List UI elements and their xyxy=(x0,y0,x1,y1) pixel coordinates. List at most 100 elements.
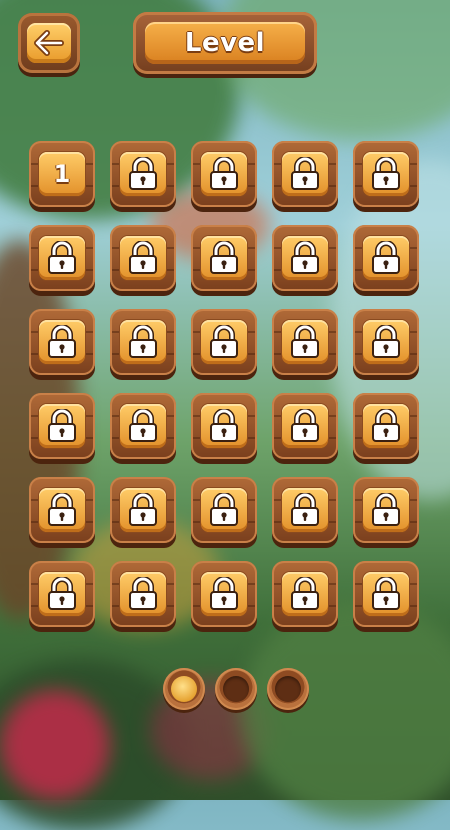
level-tile-face xyxy=(282,404,328,448)
lock-icon xyxy=(210,493,238,526)
level-tile-locked[interactable] xyxy=(110,309,176,375)
level-tile-locked[interactable] xyxy=(272,561,338,627)
page-dot-core xyxy=(171,676,197,702)
lock-icon xyxy=(372,241,400,274)
lock-icon xyxy=(129,241,157,274)
lock-icon xyxy=(291,493,319,526)
level-number: 1 xyxy=(53,160,71,188)
lock-icon xyxy=(291,577,319,610)
level-tile-locked[interactable] xyxy=(272,477,338,543)
page-indicator xyxy=(163,667,309,711)
level-tile-locked[interactable] xyxy=(272,225,338,291)
level-tile-face xyxy=(363,320,409,364)
level-tile-face xyxy=(282,572,328,616)
page-dot-core xyxy=(223,676,249,702)
level-tile-locked[interactable] xyxy=(191,141,257,207)
level-tile-face xyxy=(120,152,166,196)
lock-icon xyxy=(291,241,319,274)
level-tile-locked[interactable] xyxy=(110,561,176,627)
level-tile-face xyxy=(282,488,328,532)
level-tile-locked[interactable] xyxy=(110,225,176,291)
level-tile-locked[interactable] xyxy=(29,393,95,459)
level-tile-face xyxy=(201,488,247,532)
title-banner: Level xyxy=(133,12,317,74)
level-tile-locked[interactable] xyxy=(29,561,95,627)
level-tile-face: 1 xyxy=(39,152,85,196)
lock-icon xyxy=(372,493,400,526)
level-tile-face xyxy=(282,152,328,196)
lock-icon xyxy=(372,325,400,358)
level-tile-locked[interactable] xyxy=(110,477,176,543)
level-tile-locked[interactable] xyxy=(29,309,95,375)
level-tile-locked[interactable] xyxy=(272,309,338,375)
level-tile-locked[interactable] xyxy=(191,477,257,543)
lock-icon xyxy=(210,241,238,274)
lock-icon xyxy=(48,493,76,526)
level-tile-locked[interactable] xyxy=(191,393,257,459)
page-dot-core xyxy=(275,676,301,702)
level-tile-face xyxy=(120,488,166,532)
level-tile-face xyxy=(39,572,85,616)
lock-icon xyxy=(210,409,238,442)
level-tile-unlocked[interactable]: 1 xyxy=(29,141,95,207)
level-tile-face xyxy=(282,320,328,364)
back-button[interactable] xyxy=(18,13,80,73)
lock-icon xyxy=(129,325,157,358)
level-tile-locked[interactable] xyxy=(353,477,419,543)
level-tile-locked[interactable] xyxy=(191,309,257,375)
lock-icon xyxy=(291,409,319,442)
lock-icon xyxy=(372,157,400,190)
level-tile-locked[interactable] xyxy=(353,309,419,375)
level-tile-face xyxy=(201,572,247,616)
level-tile-face xyxy=(201,404,247,448)
level-tile-locked[interactable] xyxy=(191,225,257,291)
level-tile-face xyxy=(363,488,409,532)
page-dot-active[interactable] xyxy=(163,668,205,710)
level-tile-locked[interactable] xyxy=(110,141,176,207)
level-tile-locked[interactable] xyxy=(353,561,419,627)
lock-icon xyxy=(210,157,238,190)
level-tile-locked[interactable] xyxy=(353,393,419,459)
level-tile-face xyxy=(120,236,166,280)
level-tile-face xyxy=(201,152,247,196)
arrow-left-icon xyxy=(34,30,64,56)
level-tile-locked[interactable] xyxy=(353,225,419,291)
level-tile-face xyxy=(363,152,409,196)
page-dot[interactable] xyxy=(215,668,257,710)
level-tile-locked[interactable] xyxy=(353,141,419,207)
lock-icon xyxy=(129,409,157,442)
level-tile-locked[interactable] xyxy=(110,393,176,459)
level-tile-face xyxy=(363,404,409,448)
level-tile-face xyxy=(39,320,85,364)
level-tile-face xyxy=(363,572,409,616)
level-tile-face xyxy=(120,320,166,364)
lock-icon xyxy=(291,157,319,190)
lock-icon xyxy=(129,157,157,190)
level-tile-locked[interactable] xyxy=(272,393,338,459)
lock-icon xyxy=(291,325,319,358)
title-banner-face: Level xyxy=(145,22,305,64)
lock-icon xyxy=(48,577,76,610)
level-tile-face xyxy=(201,320,247,364)
page-dot[interactable] xyxy=(267,668,309,710)
level-tile-locked[interactable] xyxy=(29,225,95,291)
lock-icon xyxy=(129,577,157,610)
level-tile-face xyxy=(120,572,166,616)
lock-icon xyxy=(372,409,400,442)
lock-icon xyxy=(48,409,76,442)
level-tile-face xyxy=(201,236,247,280)
level-tile-face xyxy=(39,236,85,280)
level-grid: 1 xyxy=(29,141,419,627)
lock-icon xyxy=(210,577,238,610)
lock-icon xyxy=(210,325,238,358)
lock-icon xyxy=(48,325,76,358)
level-tile-locked[interactable] xyxy=(191,561,257,627)
lock-icon xyxy=(48,241,76,274)
level-tile-locked[interactable] xyxy=(29,477,95,543)
page-title: Level xyxy=(184,28,266,58)
level-tile-face xyxy=(363,236,409,280)
level-tile-face xyxy=(120,404,166,448)
level-tile-locked[interactable] xyxy=(272,141,338,207)
lock-icon xyxy=(372,577,400,610)
level-tile-face xyxy=(39,488,85,532)
